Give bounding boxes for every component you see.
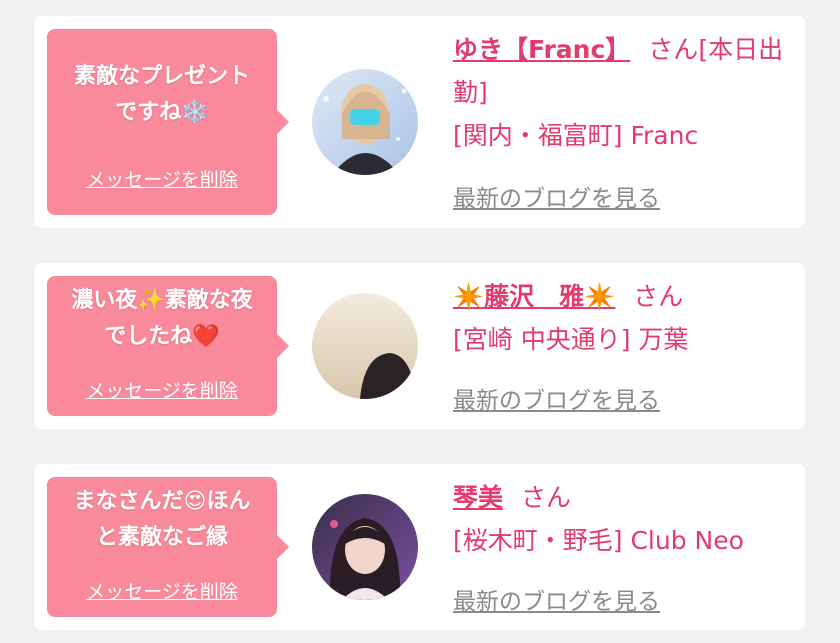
shop-name: [関内・福富町] Franc [453,121,699,150]
message-text: 濃い夜✨素敵な夜 でしたね❤️ [71,288,253,349]
avatar-photo [312,69,418,175]
latest-blog-link[interactable]: 最新のブログを見る [453,179,660,213]
cast-name-link[interactable]: ゆき【Franc】 [453,35,630,64]
message-bubble: まなさんだ😍ほん と素敵なご縁 メッセージを削除 [47,477,289,617]
cast-info: ゆき【Franc】 さん[本日出勤] [関内・福富町] Franc [453,28,798,157]
message-bubble: 素敵なプレゼント ですね❄️ メッセージを削除 [47,29,289,215]
delete-message-link[interactable]: メッセージを削除 [47,165,277,192]
honorific: さん [648,35,699,64]
avatar[interactable] [312,69,418,175]
message-text: 素敵なプレゼント ですね❄️ [73,64,250,125]
message-card: まなさんだ😍ほん と素敵なご縁 メッセージを削除 琴美 さん [桜木町・野毛] C… [34,464,805,630]
avatar-photo [312,293,418,399]
cast-name-link[interactable]: ✴️藤沢 雅✴️ [453,282,615,311]
avatar[interactable] [312,494,418,600]
delete-message-link[interactable]: メッセージを削除 [47,577,277,604]
cast-info: ✴️藤沢 雅✴️ さん [宮崎 中央通り] 万葉 [453,275,798,361]
message-text: まなさんだ😍ほん と素敵なご縁 [73,489,251,550]
shop-name: [宮崎 中央通り] 万葉 [453,325,689,354]
message-card: 素敵なプレゼント ですね❄️ メッセージを削除 ゆき【Franc】 さん[本日出勤… [34,16,805,228]
latest-blog-link[interactable]: 最新のブログを見る [453,381,660,415]
cast-name-link[interactable]: 琴美 [453,483,503,512]
delete-message-link[interactable]: メッセージを削除 [47,376,277,403]
latest-blog-link[interactable]: 最新のブログを見る [453,582,660,616]
cast-info: 琴美 さん [桜木町・野毛] Club Neo [453,476,798,562]
message-card: 濃い夜✨素敵な夜 でしたね❤️ メッセージを削除 ✴️藤沢 雅✴️ さん [宮崎 … [34,263,805,429]
shop-name: [桜木町・野毛] Club Neo [453,526,744,555]
avatar-photo [312,494,418,600]
honorific: さん [633,282,684,311]
message-bubble: 濃い夜✨素敵な夜 でしたね❤️ メッセージを削除 [47,276,289,416]
avatar[interactable] [312,293,418,399]
honorific: さん [521,483,572,512]
